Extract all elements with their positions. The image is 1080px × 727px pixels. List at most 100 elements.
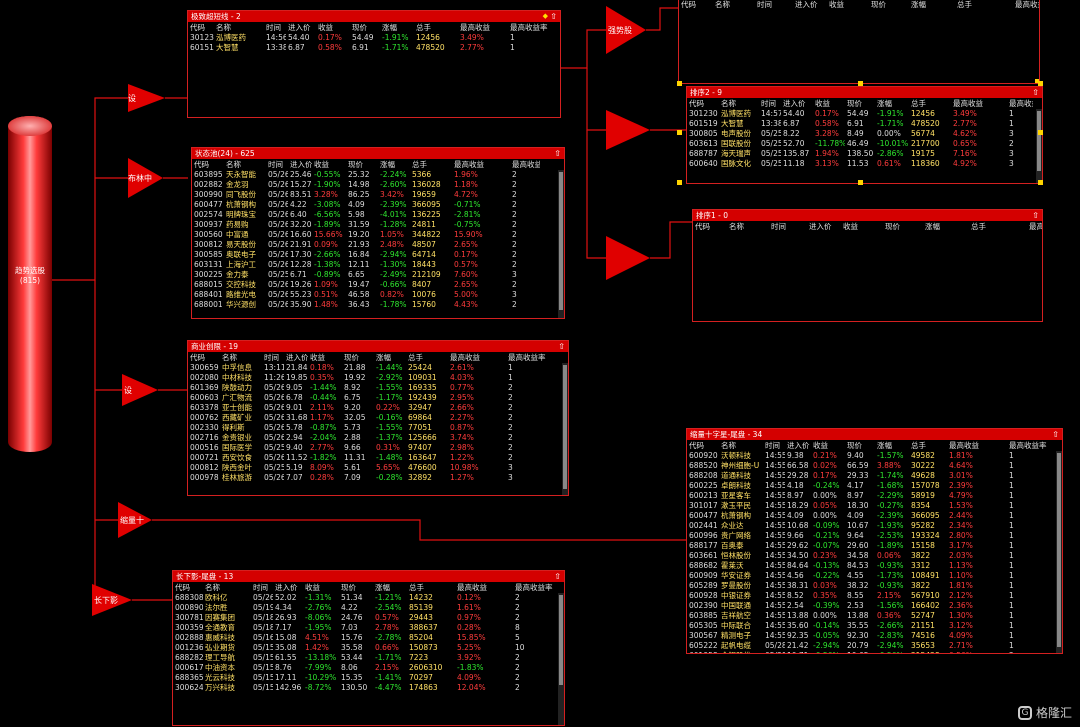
- table-row[interactable]: 603131 上海沪工 05/26 12.28 -1.38% 12.11 -1.30% 184…: [192, 260, 540, 270]
- table-row[interactable]: 000617 中油资本 05/15 8.76 -7.99% 8.06 2.15% 260631…: [173, 663, 561, 673]
- column-header[interactable]: 现价: [869, 0, 909, 10]
- collapse-icon[interactable]: ⇧: [1032, 87, 1039, 98]
- column-header[interactable]: 最高收益率: [510, 159, 540, 170]
- table-row[interactable]: 601369 陕鼓动力 05/26 9.05 -1.44% 8.92 -1.55% 16933…: [188, 383, 546, 393]
- column-header[interactable]: 进入价: [273, 582, 303, 593]
- table-row[interactable]: 002390 中国联通 14:55 2.54 -0.39% 2.53 -1.56% 16640…: [687, 601, 1057, 611]
- table-row[interactable]: 002080 中材科技 11:26 19.85 0.35% 19.92 -2.92% 1090…: [188, 373, 546, 383]
- table-row[interactable]: 301230泓博医药 14:5654.40 0.17% 54.49 -1.91% 1245…: [188, 33, 552, 43]
- table-row[interactable]: 688208 道通科技 14:55 29.28 0.17% 29.33 -1.74% 4962…: [687, 471, 1057, 481]
- table-row[interactable]: 300567 精测电子 14:55 92.35 -0.05% 92.30 -2.83% 745…: [687, 631, 1057, 641]
- table-row[interactable]: 300812 易天股份 05/26 21.91 0.09% 21.93 2.48% 48507…: [192, 240, 540, 250]
- collapse-icon[interactable]: ⇧: [558, 341, 565, 352]
- collapse-icon[interactable]: ⇧: [1032, 210, 1039, 221]
- panel-long-lower-shadow[interactable]: 长下影-尾盘 - 13 ⇧ 代码 名称 时间 进入价 收益 现价 涨幅 总手 最高收益 最高收益率…: [172, 570, 565, 726]
- column-header[interactable]: 时间: [769, 221, 807, 232]
- column-header[interactable]: 收益: [827, 0, 869, 10]
- pin-icon[interactable]: ◆: [543, 11, 548, 22]
- node-label-2[interactable]: 布林中: [128, 173, 152, 184]
- table-row[interactable]: 600909 华安证券 14:55 4.56 -0.22% 4.55 -1.73% 10849…: [687, 571, 1057, 581]
- table-row[interactable]: 603378 亚士创能 05/26 9.01 2.11% 9.20 0.22% 32947 2.…: [188, 403, 546, 413]
- table-row[interactable]: 002330 得利斯 05/26 5.78 -0.87% 5.73 -1.55% 77051 0…: [188, 423, 546, 433]
- panel-title-bar[interactable]: 极致超短线 - 2 ◆ ⇧: [188, 11, 560, 22]
- column-header[interactable]: 代码: [188, 352, 220, 363]
- table-row[interactable]: 300937 药易购 05/26 32.20 -1.89% 31.59 -1.28% 2481…: [192, 220, 540, 230]
- panel-title-bar[interactable]: 状态池(24) - 625 ⇧: [192, 148, 564, 159]
- column-header[interactable]: 时间: [251, 582, 273, 593]
- column-header[interactable]: 最高收益: [1027, 221, 1042, 232]
- table-row[interactable]: 000890 法尔胜 05/19 4.34 -2.76% 4.22 -2.54% 85139 1…: [173, 603, 561, 613]
- table-row[interactable]: 601958金钼股份05/2810.71-0.56%10.65-0.56%215…: [687, 651, 1057, 653]
- column-header[interactable]: 代码: [687, 98, 719, 109]
- table-row[interactable]: 301017 漱玉平民 14:55 18.29 0.05% 18.30 -0.27% 8354…: [687, 501, 1057, 511]
- column-header[interactable]: 时间: [755, 0, 793, 10]
- panel-title-bar[interactable]: 缩量十字星-尾盘 - 34 ⇧: [687, 429, 1062, 440]
- scrollbar[interactable]: [558, 593, 564, 725]
- panel-business-limit[interactable]: 商业创限 - 19 ⇧ 代码 名称 时间 进入价 收益 现价 涨幅 总手 最高收益 最高收益率 30…: [187, 340, 569, 496]
- scroll-thumb[interactable]: [1057, 453, 1061, 647]
- resize-handle[interactable]: [1038, 81, 1043, 86]
- node-label-5[interactable]: 长下影: [94, 595, 118, 606]
- column-header[interactable]: 总手: [909, 440, 947, 451]
- table-row[interactable]: 688001 华兴源创 05/26 35.90 1.48% 36.43 -1.78% 1576…: [192, 300, 540, 310]
- table-row[interactable]: 002574 明牌珠宝 05/26 6.40 -6.56% 5.98 -4.01% 13622…: [192, 210, 540, 220]
- table-row[interactable]: 605289 罗曼股份 14:55 38.31 0.03% 38.32 -0.93% 3822…: [687, 581, 1057, 591]
- column-header[interactable]: 现价: [350, 22, 380, 33]
- table-row[interactable]: 600225 卓朗科技 14:55 4.18 -0.24% 4.17 -1.68% 15707…: [687, 481, 1057, 491]
- table-row[interactable]: 300659 中孚信息 13:11 21.84 0.18% 21.88 -1.44% 2542…: [188, 363, 546, 373]
- column-header[interactable]: 最高收益: [455, 582, 513, 593]
- column-header[interactable]: 最高收益: [448, 352, 506, 363]
- column-header[interactable]: 代码: [192, 159, 224, 170]
- table-row[interactable]: 300560 中富通 05/26 16.60 15.66% 19.20 1.05% 34482…: [192, 230, 540, 240]
- column-header[interactable]: 最高收益: [458, 22, 508, 33]
- scrollbar[interactable]: [562, 363, 568, 495]
- column-header[interactable]: 涨幅: [875, 440, 909, 451]
- table-row[interactable]: 688308 欧科亿 05/26 52.02 -1.31% 51.34 -1.21% 1423…: [173, 593, 561, 603]
- column-header[interactable]: 现价: [845, 98, 875, 109]
- scrollbar[interactable]: [1056, 451, 1062, 653]
- table-row[interactable]: 600477 杭萧钢构 14:55 4.09 0.00% 4.09 -2.39% 366095…: [687, 511, 1057, 521]
- root-strategy-cylinder[interactable]: 趋势选股 (815): [8, 116, 52, 452]
- node-label-1[interactable]: 设: [128, 93, 136, 104]
- column-header[interactable]: 时间: [264, 22, 286, 33]
- table-row[interactable]: 301230 泓博医药 14:57 54.40 0.17% 54.49 -1.91% 1245…: [687, 109, 1033, 119]
- table-row[interactable]: 300624 万兴科技 05/15 142.96 -8.72% 130.50 -4.47% 1…: [173, 683, 561, 693]
- column-header[interactable]: 涨幅: [374, 352, 406, 363]
- node-label-4[interactable]: 缩量十: [120, 515, 144, 526]
- panel-shrink-doji[interactable]: 缩量十字星-尾盘 - 34 ⇧ 代码 名称 时间 进入价 收益 现价 涨幅 总手 最高收益 最高收…: [686, 428, 1063, 654]
- table-row[interactable]: 002441 众业达 14:55 10.68 -0.09% 10.67 -1.93% 9528…: [687, 521, 1057, 531]
- column-header[interactable]: 代码: [173, 582, 203, 593]
- column-header[interactable]: 最高收益: [452, 159, 510, 170]
- column-header[interactable]: 最高收益率: [1007, 98, 1033, 109]
- scrollbar[interactable]: [1036, 109, 1042, 183]
- column-header[interactable]: 时间: [759, 98, 781, 109]
- column-header[interactable]: 最高收益: [947, 440, 1007, 451]
- scroll-thumb[interactable]: [559, 595, 563, 685]
- column-header[interactable]: 涨幅: [875, 98, 909, 109]
- panel-title-bar[interactable]: 排序1 - 0 ⇧: [693, 210, 1042, 221]
- table-row[interactable]: 601519大智慧 13:386.87 0.58% 6.91 -1.71% 478520 2…: [188, 43, 552, 53]
- collapse-icon[interactable]: ⇧: [554, 148, 561, 159]
- column-header[interactable]: 总手: [406, 352, 448, 363]
- table-row[interactable]: 600996 贵广网络 14:55 9.66 -0.21% 9.64 -2.53% 19332…: [687, 531, 1057, 541]
- table-row[interactable]: 000978 桂林旅游 05/26 7.07 0.28% 7.09 -0.28% 32892 1…: [188, 473, 546, 483]
- table-row[interactable]: 300585 奥联电子 05/26 17.30 -2.66% 16.84 -2.94% 647…: [192, 250, 540, 260]
- column-header[interactable]: 总手: [969, 221, 1027, 232]
- table-row[interactable]: 600928 中银证券 14:55 8.52 0.35% 8.55 2.15% 567910 2…: [687, 591, 1057, 601]
- column-header[interactable]: 时间: [763, 440, 785, 451]
- scroll-thumb[interactable]: [559, 172, 563, 310]
- scrollbar[interactable]: [558, 170, 564, 318]
- column-header[interactable]: 进入价: [781, 98, 813, 109]
- column-header[interactable]: 收益: [303, 582, 339, 593]
- column-header[interactable]: 现价: [346, 159, 378, 170]
- column-header[interactable]: 总手: [410, 159, 452, 170]
- column-header[interactable]: 涨幅: [373, 582, 407, 593]
- column-header[interactable]: 进入价: [288, 159, 312, 170]
- column-header[interactable]: 收益: [312, 159, 346, 170]
- resize-handle[interactable]: [1038, 180, 1043, 185]
- column-header[interactable]: 总手: [955, 0, 1013, 10]
- column-header[interactable]: 收益: [308, 352, 342, 363]
- table-row[interactable]: 688787 海天瑞声 05/25 135.87 1.94% 138.50 -2.86% 19…: [687, 149, 1033, 159]
- column-header[interactable]: 最高收益: [951, 98, 1007, 109]
- table-row[interactable]: 688365 光云科技 05/15 17.11 -10.29% 15.35 -1.41% 70…: [173, 673, 561, 683]
